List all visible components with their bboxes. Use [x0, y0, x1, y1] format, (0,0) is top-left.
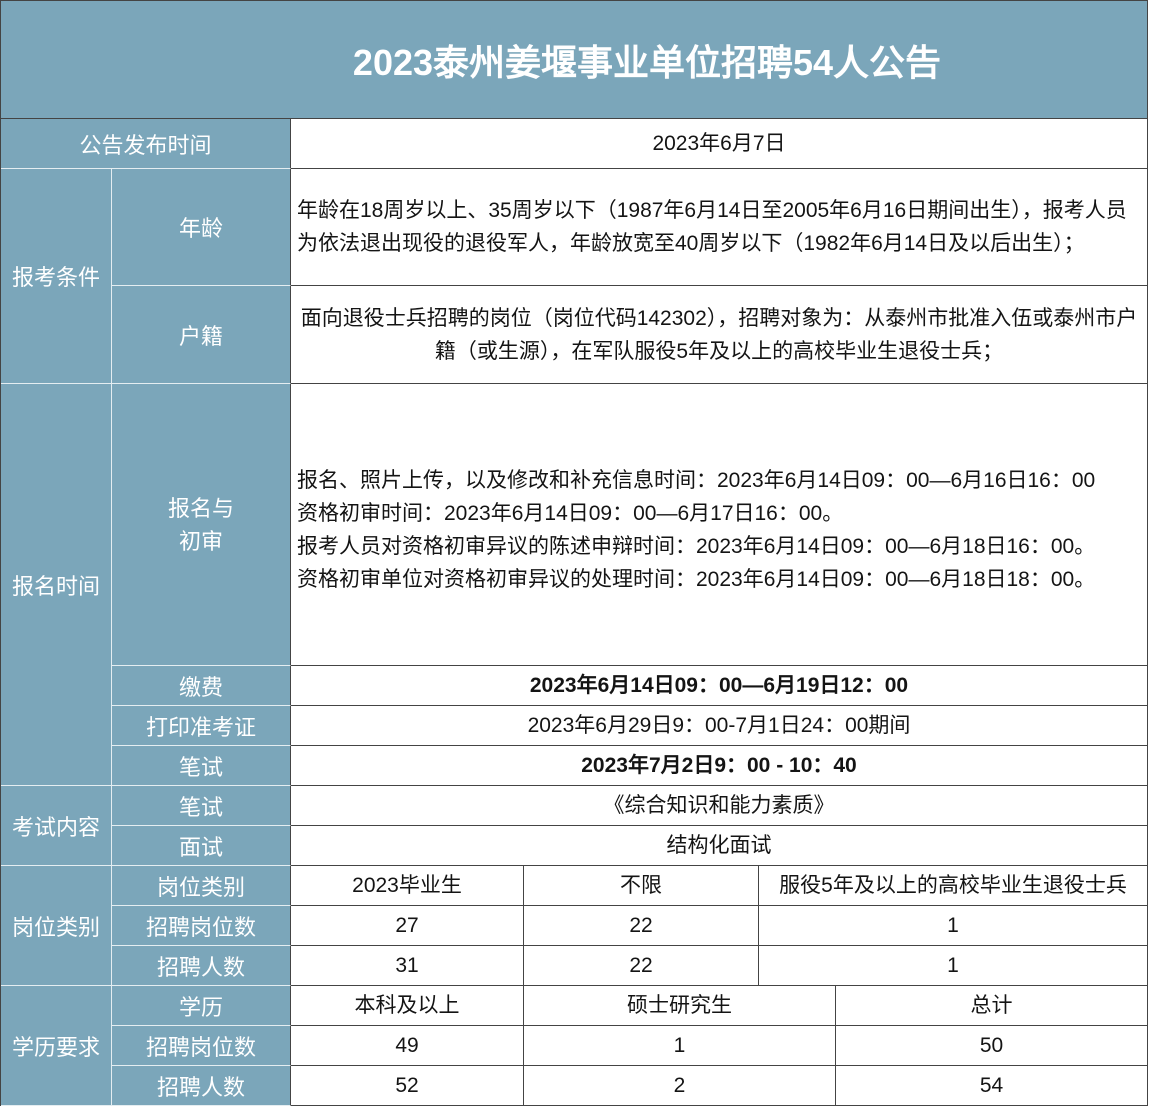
- positions-cell: 2023毕业生: [291, 866, 524, 906]
- education-cell: 50: [836, 1026, 1148, 1066]
- positions-row-label: 招聘人数: [112, 946, 291, 986]
- education-row-label: 学历: [112, 986, 291, 1026]
- registration-value: 报名、照片上传，以及修改和补充信息时间：2023年6月14日09：00—6月16…: [291, 384, 1148, 666]
- age-label: 年龄: [112, 169, 291, 286]
- hukou-label: 户籍: [112, 286, 291, 384]
- exam-written-label: 笔试: [112, 786, 291, 826]
- education-cell: 2: [524, 1066, 836, 1106]
- hukou-value: 面向退役士兵招聘的岗位（岗位代码142302），招聘对象为：从泰州市批准入伍或泰…: [291, 286, 1148, 384]
- exam-label: 考试内容: [1, 786, 112, 866]
- registration-label: 报名与 初审: [112, 384, 291, 666]
- age-value: 年龄在18周岁以上、35周岁以下（1987年6月14日至2005年6月16日期间…: [291, 169, 1148, 286]
- positions-cell: 27: [291, 906, 524, 946]
- registration-line: 资格初审时间：2023年6月14日09：00—6月17日16：00。: [297, 501, 844, 525]
- written-date-value: 2023年7月2日9：00 - 10：40: [291, 746, 1148, 786]
- payment-label: 缴费: [112, 666, 291, 706]
- education-row-label: 招聘岗位数: [112, 1026, 291, 1066]
- schedule-label: 报名时间: [1, 384, 112, 786]
- education-label: 学历要求: [1, 986, 112, 1106]
- registration-line: 报考人员对资格初审异议的陈述申辩时间：2023年6月14日09：00—6月18日…: [297, 534, 1096, 558]
- page-title: 2023泰州姜堰事业单位招聘54人公告: [1, 1, 1148, 119]
- registration-line: 报名、照片上传，以及修改和补充信息时间：2023年6月14日09：00—6月16…: [297, 468, 1096, 492]
- positions-row-label: 招聘岗位数: [112, 906, 291, 946]
- positions-cell: 22: [524, 906, 759, 946]
- positions-label: 岗位类别: [1, 866, 112, 986]
- exam-interview-label: 面试: [112, 826, 291, 866]
- education-cell: 49: [291, 1026, 524, 1066]
- education-cell: 1: [524, 1026, 836, 1066]
- education-cell: 52: [291, 1066, 524, 1106]
- registration-line: 资格初审单位对资格初审异议的处理时间：2023年6月14日09：00—6月18日…: [297, 567, 1096, 591]
- payment-value: 2023年6月14日09：00—6月19日12：00: [291, 666, 1148, 706]
- positions-cell: 1: [759, 946, 1148, 986]
- announcement-table: 2023泰州姜堰事业单位招聘54人公告 公告发布时间 2023年6月7日 报考条…: [0, 0, 1148, 1106]
- publish-label: 公告发布时间: [1, 119, 291, 169]
- positions-cell: 31: [291, 946, 524, 986]
- education-row-label: 招聘人数: [112, 1066, 291, 1106]
- publish-value: 2023年6月7日: [291, 119, 1148, 169]
- positions-row-label: 岗位类别: [112, 866, 291, 906]
- admission-value: 2023年6月29日9：00-7月1日24：00期间: [291, 706, 1148, 746]
- positions-cell: 不限: [524, 866, 759, 906]
- education-cell: 总计: [836, 986, 1148, 1026]
- education-cell: 本科及以上: [291, 986, 524, 1026]
- positions-cell: 22: [524, 946, 759, 986]
- positions-cell: 服役5年及以上的高校毕业生退役士兵: [759, 866, 1148, 906]
- education-cell: 硕士研究生: [524, 986, 836, 1026]
- written-date-label: 笔试: [112, 746, 291, 786]
- conditions-label: 报考条件: [1, 169, 112, 384]
- exam-interview-value: 结构化面试: [291, 826, 1148, 866]
- education-cell: 54: [836, 1066, 1148, 1106]
- exam-written-value: 《综合知识和能力素质》: [291, 786, 1148, 826]
- admission-label: 打印准考证: [112, 706, 291, 746]
- positions-cell: 1: [759, 906, 1148, 946]
